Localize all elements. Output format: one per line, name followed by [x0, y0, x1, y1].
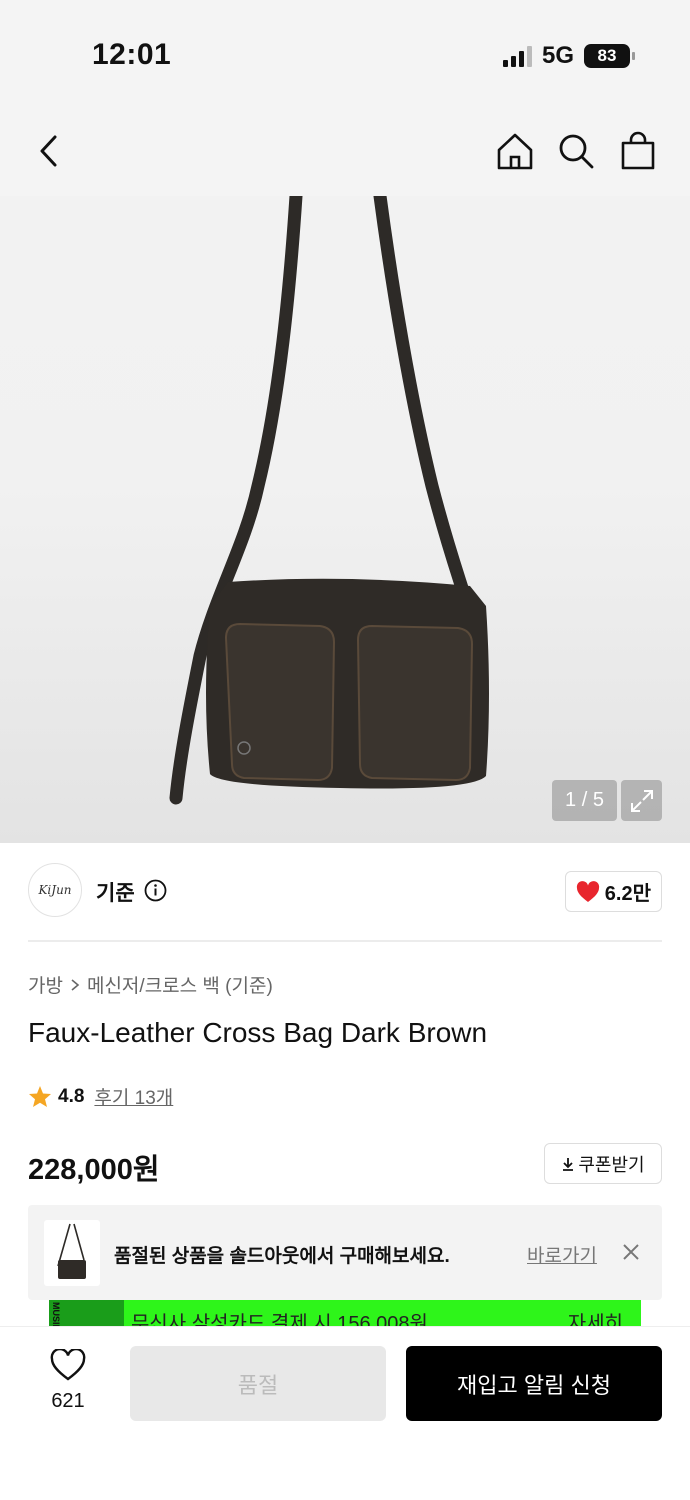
star-icon: [29, 1086, 51, 1107]
wish-count: 621: [51, 1390, 85, 1412]
soldout-banner: 품절된 상품을 솔드아웃에서 구매해보세요. 바로가기: [28, 1205, 662, 1300]
coupon-button[interactable]: 쿠폰받기: [544, 1143, 662, 1184]
brand-logo[interactable]: KiJun: [28, 863, 82, 917]
bag-thumbnail-image: [57, 1223, 86, 1279]
network-type: 5G: [541, 42, 574, 69]
search-button[interactable]: [553, 128, 599, 174]
breadcrumb-subcategory[interactable]: 메신저/크로스 백 (기준): [87, 971, 273, 998]
review-link[interactable]: 후기 13개: [94, 1083, 173, 1110]
brand-like-button[interactable]: 6.2만: [564, 871, 662, 912]
wish-button[interactable]: 621: [38, 1347, 98, 1413]
battery-icon: 83: [584, 44, 635, 68]
promo-detail-link[interactable]: 자세히: [568, 1307, 623, 1326]
chevron-left-icon: [40, 135, 57, 167]
price: 228,000원: [28, 1154, 160, 1186]
status-indicators: 5G 83: [502, 42, 635, 70]
product-image-gallery[interactable]: 1 / 5: [0, 196, 690, 843]
promo-banner[interactable]: MUSINSA 무신사 삼성카드 결제 시 156,008원 자세히: [49, 1300, 641, 1326]
chevron-right-icon: [71, 978, 80, 991]
home-icon: [497, 133, 533, 170]
soldout-button: 품절: [130, 1346, 386, 1421]
shopping-bag-icon: [621, 131, 655, 170]
back-button[interactable]: [26, 128, 72, 174]
cart-button[interactable]: [615, 128, 661, 174]
rating-value: 4.8: [58, 1085, 85, 1107]
heart-filled-icon: [576, 880, 599, 902]
heart-outline-icon: [50, 1347, 86, 1381]
image-counter: 1 / 5: [552, 780, 617, 821]
promo-text: 무신사 삼성카드 결제 시 156,008원: [131, 1313, 428, 1326]
divider: [28, 940, 662, 942]
battery-level: 83: [597, 46, 617, 65]
expand-button[interactable]: [621, 780, 662, 821]
nav-bar: [0, 110, 690, 196]
banner-text: 품절된 상품을 솔드아웃에서 구매해보세요.: [114, 1246, 450, 1267]
breadcrumb: 가방 메신저/크로스 백 (기준): [28, 971, 273, 998]
brand-like-count: 6.2만: [604, 883, 651, 905]
product-image: [169, 196, 489, 805]
bottom-action-bar: 621 품절 재입고 알림 신청: [0, 1326, 690, 1500]
promo-image: MUSINSA: [49, 1300, 124, 1326]
brand-row: KiJun 기준 6.2만: [28, 863, 662, 919]
home-button[interactable]: [492, 128, 538, 174]
status-time: 12:01: [92, 38, 172, 71]
rating-row: 4.8 후기 13개: [28, 1083, 173, 1110]
signal-icon: [502, 45, 532, 67]
banner-thumbnail: [44, 1220, 100, 1286]
promo-side-label: MUSINSA: [51, 1302, 61, 1326]
search-icon: [559, 134, 594, 169]
banner-go-link[interactable]: 바로가기: [527, 1241, 597, 1268]
close-icon[interactable]: [620, 1241, 642, 1263]
info-icon[interactable]: [144, 879, 167, 902]
product-title: Faux-Leather Cross Bag Dark Brown: [28, 1017, 488, 1048]
breadcrumb-category[interactable]: 가방: [28, 971, 63, 998]
restock-alert-button[interactable]: 재입고 알림 신청: [406, 1346, 662, 1421]
brand-logo-text: KiJun: [38, 883, 72, 897]
status-bar: 12:01 5G 83: [0, 0, 690, 110]
expand-icon: [630, 789, 653, 812]
coupon-label: 쿠폰받기: [578, 1154, 645, 1175]
brand-name[interactable]: 기준: [96, 877, 135, 907]
download-icon: [563, 1157, 574, 1171]
